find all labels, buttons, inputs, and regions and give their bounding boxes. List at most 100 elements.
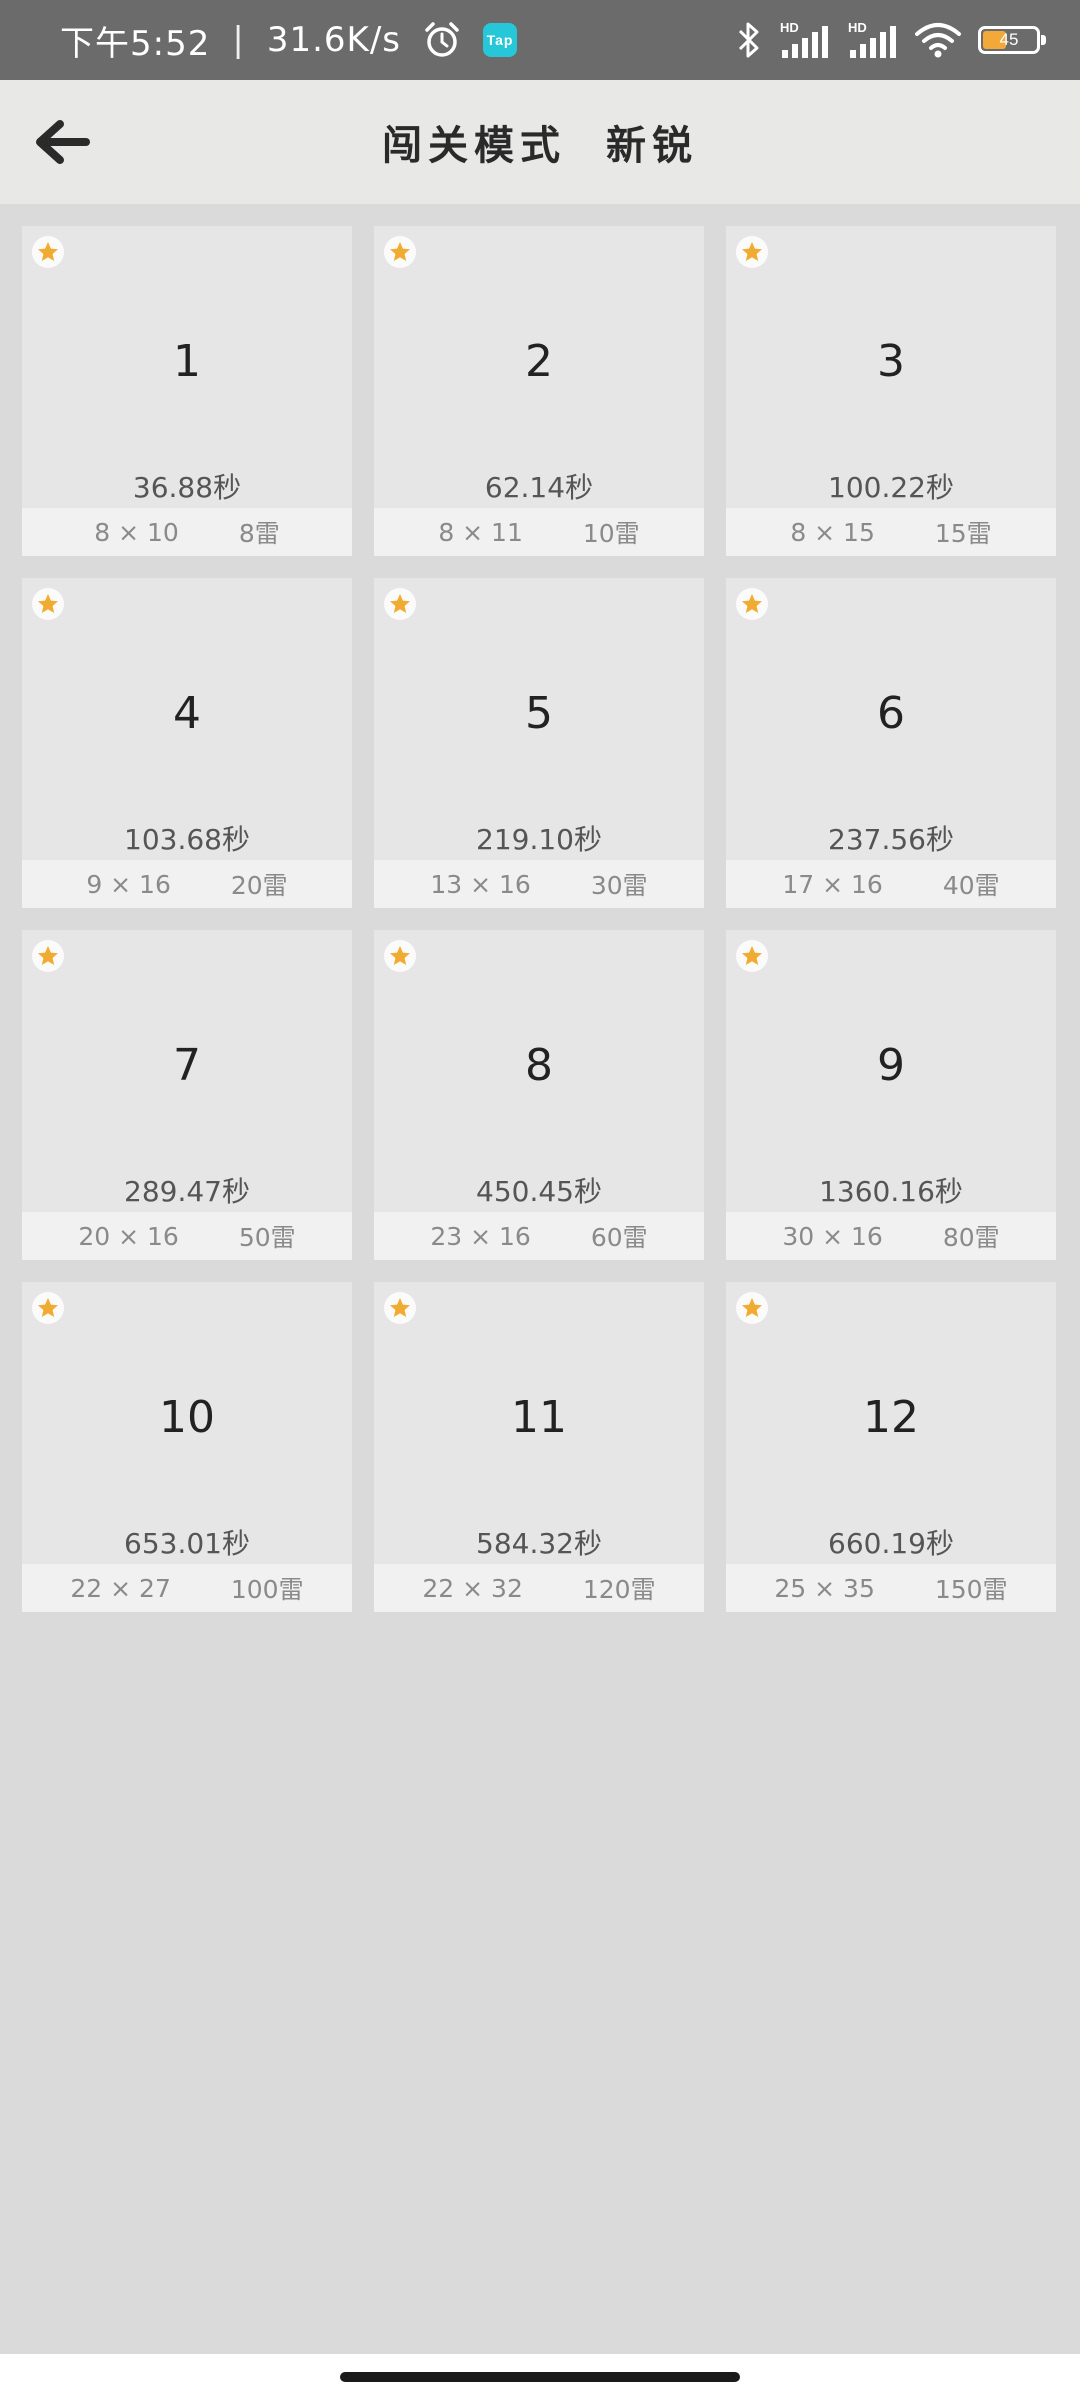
level-best-time: 584.32秒 xyxy=(476,1527,602,1560)
level-board-size: 8 × 11 xyxy=(438,517,523,547)
level-card-2[interactable]: 2 62.14秒 8 × 11 10雷 xyxy=(374,226,704,556)
level-number: 3 xyxy=(877,336,905,387)
title-difficulty: 新锐 xyxy=(606,123,698,169)
level-info: 20 × 16 50雷 xyxy=(22,1212,352,1260)
alarm-icon xyxy=(423,21,461,59)
star-icon xyxy=(32,588,64,620)
level-mine-count: 100雷 xyxy=(230,1575,304,1604)
level-info: 25 × 35 150雷 xyxy=(726,1564,1056,1612)
level-card-11[interactable]: 11 584.32秒 22 × 32 120雷 xyxy=(374,1282,704,1612)
status-bar-right: HD HD 45 xyxy=(736,20,1046,60)
level-best-time: 450.45秒 xyxy=(476,1175,602,1208)
star-icon xyxy=(384,1292,416,1324)
star-icon xyxy=(384,940,416,972)
level-board-size: 9 × 16 xyxy=(86,869,171,899)
signal-hd-icon: HD xyxy=(778,20,830,60)
status-separator: | xyxy=(232,20,245,60)
battery-level: 45 xyxy=(999,30,1019,49)
level-number: 2 xyxy=(525,336,553,387)
level-mine-count: 30雷 xyxy=(590,871,648,900)
level-card-6[interactable]: 6 237.56秒 17 × 16 40雷 xyxy=(726,578,1056,908)
level-board-size: 22 × 32 xyxy=(422,1573,523,1603)
level-mine-count: 40雷 xyxy=(942,871,1000,900)
level-mine-count: 15雷 xyxy=(934,519,992,548)
battery-icon: 45 xyxy=(978,26,1046,54)
level-info: 17 × 16 40雷 xyxy=(726,860,1056,908)
wifi-icon xyxy=(914,20,962,60)
level-board-size: 22 × 27 xyxy=(70,1573,171,1603)
level-card-7[interactable]: 7 289.47秒 20 × 16 50雷 xyxy=(22,930,352,1260)
star-icon xyxy=(32,940,64,972)
level-board-size: 8 × 15 xyxy=(790,517,875,547)
level-card-12[interactable]: 12 660.19秒 25 × 35 150雷 xyxy=(726,1282,1056,1612)
level-best-time: 100.22秒 xyxy=(828,471,954,504)
signal-hd-icon: HD xyxy=(846,20,898,60)
star-icon xyxy=(32,1292,64,1324)
level-best-time: 660.19秒 xyxy=(828,1527,954,1560)
level-number: 10 xyxy=(159,1392,215,1443)
page-title: 闯关模式 新锐 xyxy=(0,80,1080,204)
star-icon xyxy=(736,1292,768,1324)
level-mine-count: 20雷 xyxy=(230,871,288,900)
level-card-3[interactable]: 3 100.22秒 8 × 15 15雷 xyxy=(726,226,1056,556)
title-mode: 闯关模式 xyxy=(382,123,566,169)
level-number: 12 xyxy=(863,1392,919,1443)
level-best-time: 219.10秒 xyxy=(476,823,602,856)
star-icon xyxy=(384,236,416,268)
level-number: 8 xyxy=(525,1040,553,1091)
level-best-time: 36.88秒 xyxy=(132,471,242,504)
level-best-time: 237.56秒 xyxy=(828,823,954,856)
hd-label: HD xyxy=(848,20,867,35)
level-card-1[interactable]: 1 36.88秒 8 × 10 8雷 xyxy=(22,226,352,556)
level-best-time: 1360.16秒 xyxy=(819,1175,963,1208)
level-card-9[interactable]: 9 1360.16秒 30 × 16 80雷 xyxy=(726,930,1056,1260)
level-card-8[interactable]: 8 450.45秒 23 × 16 60雷 xyxy=(374,930,704,1260)
home-indicator[interactable] xyxy=(340,2372,740,2382)
status-bar-left: 下午5:52 | 31.6K/s Tap xyxy=(60,16,517,65)
level-number: 11 xyxy=(511,1392,567,1443)
star-icon xyxy=(736,236,768,268)
level-card-10[interactable]: 10 653.01秒 22 × 27 100雷 xyxy=(22,1282,352,1612)
bluetooth-icon xyxy=(736,20,762,60)
level-number: 5 xyxy=(525,688,553,739)
level-board-size: 13 × 16 xyxy=(430,869,531,899)
level-number: 1 xyxy=(173,336,201,387)
level-mine-count: 8雷 xyxy=(238,519,280,548)
level-grid: 1 36.88秒 8 × 10 8雷 2 62.14秒 8 × 11 10雷 3… xyxy=(22,226,1056,1612)
star-icon xyxy=(736,588,768,620)
level-info: 9 × 16 20雷 xyxy=(22,860,352,908)
level-card-5[interactable]: 5 219.10秒 13 × 16 30雷 xyxy=(374,578,704,908)
level-board-size: 20 × 16 xyxy=(78,1221,179,1251)
level-board-size: 23 × 16 xyxy=(430,1221,531,1251)
hd-label: HD xyxy=(780,20,799,35)
level-info: 8 × 10 8雷 xyxy=(22,508,352,556)
network-speed: 31.6K/s xyxy=(266,20,401,60)
level-info: 30 × 16 80雷 xyxy=(726,1212,1056,1260)
level-info: 23 × 16 60雷 xyxy=(374,1212,704,1260)
status-bar: 下午5:52 | 31.6K/s Tap HD HD 45 xyxy=(0,0,1080,80)
star-icon xyxy=(384,588,416,620)
level-best-time: 62.14秒 xyxy=(484,471,594,504)
level-number: 4 xyxy=(173,688,201,739)
level-best-time: 653.01秒 xyxy=(124,1527,250,1560)
status-time: 下午5:52 xyxy=(60,23,211,64)
level-card-4[interactable]: 4 103.68秒 9 × 16 20雷 xyxy=(22,578,352,908)
app-bar: 闯关模式 新锐 xyxy=(0,80,1080,204)
level-mine-count: 120雷 xyxy=(582,1575,656,1604)
level-info: 13 × 16 30雷 xyxy=(374,860,704,908)
star-icon xyxy=(32,236,64,268)
level-mine-count: 50雷 xyxy=(238,1223,296,1252)
level-number: 9 xyxy=(877,1040,905,1091)
level-info: 22 × 32 120雷 xyxy=(374,1564,704,1612)
level-board-size: 8 × 10 xyxy=(94,517,179,547)
navigation-bar xyxy=(0,2354,1080,2400)
level-info: 8 × 15 15雷 xyxy=(726,508,1056,556)
level-number: 6 xyxy=(877,688,905,739)
level-best-time: 103.68秒 xyxy=(124,823,250,856)
level-mine-count: 150雷 xyxy=(934,1575,1008,1604)
level-mine-count: 80雷 xyxy=(942,1223,1000,1252)
star-icon xyxy=(736,940,768,972)
level-number: 7 xyxy=(173,1040,201,1091)
level-best-time: 289.47秒 xyxy=(124,1175,250,1208)
level-board-size: 17 × 16 xyxy=(782,869,883,899)
